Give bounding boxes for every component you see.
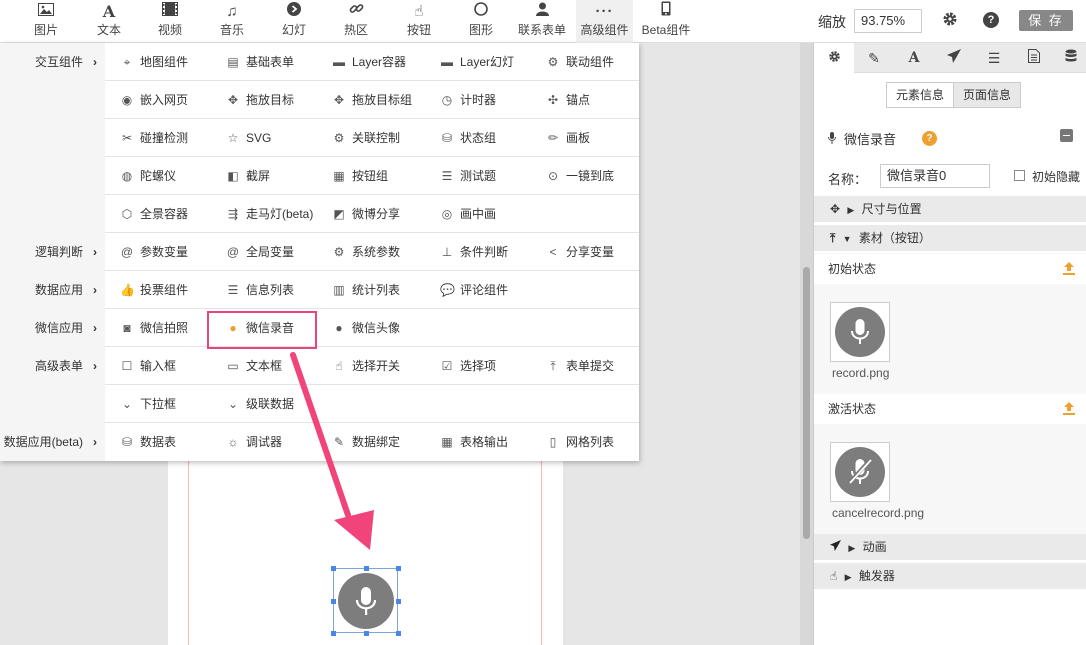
collapse-icon[interactable] (1060, 129, 1073, 142)
initial-state-thumbnail[interactable] (830, 302, 890, 362)
section-trigger[interactable]: ☝ ▶ 触发器 (814, 563, 1086, 589)
panel-tabs: ✎ A ☰ (814, 43, 1086, 73)
gear-icon (828, 51, 840, 62)
tab-send[interactable] (934, 43, 974, 73)
upload-icon[interactable] (1063, 402, 1075, 415)
tab-layers[interactable]: ☰ (974, 43, 1014, 73)
paper-plane-icon (830, 540, 844, 554)
tab-settings[interactable] (814, 43, 854, 73)
tab-element-info[interactable]: 元素信息 (887, 83, 954, 107)
caret-down-icon: ▼ (842, 234, 852, 244)
info-subtabs: 元素信息 页面信息 (886, 82, 1022, 108)
caret-right-icon: ▶ (848, 543, 856, 553)
caret-right-icon: ▶ (847, 205, 855, 215)
list-icon: ☰ (987, 50, 1001, 66)
caret-right-icon: ▶ (844, 572, 852, 582)
move-icon: ✥ (830, 202, 841, 216)
initially-hidden-checkbox[interactable] (1014, 170, 1025, 181)
tab-page-info[interactable]: 页面信息 (953, 83, 1021, 107)
section-size-position[interactable]: ✥ ▶ 尺寸与位置 (814, 196, 1086, 222)
microphone-icon (851, 319, 869, 344)
name-field[interactable]: 微信录音0 (880, 164, 990, 188)
active-state-filename: cancelrecord.png (832, 506, 925, 520)
font-icon: A (908, 50, 920, 66)
tab-text[interactable]: A (894, 43, 934, 73)
help-icon[interactable]: ? (922, 131, 937, 146)
active-state-thumbnail[interactable] (830, 442, 890, 502)
upload-icon: ⤒ (830, 231, 836, 245)
section-material[interactable]: ⤒ ▼ 素材（按钮） (814, 225, 1086, 251)
active-state-header: 激活状态 (814, 394, 1086, 424)
microphone-icon (828, 132, 836, 147)
properties-panel: ✎ A ☰ 元素信息 页面信息 微信录音 ? 名称： 微信录音0 初始隐藏 ✥ … (813, 43, 1086, 645)
element-title: 微信录音 (828, 129, 896, 148)
initially-hidden-label: 初始隐藏 (1032, 170, 1081, 184)
microphone-slash-icon (847, 457, 873, 485)
pencil-icon: ✎ (868, 50, 880, 66)
paper-plane-icon (947, 49, 961, 63)
section-animation[interactable]: ▶ 动画 (814, 534, 1086, 560)
tab-page[interactable] (1014, 43, 1054, 73)
initial-state-filename: record.png (832, 366, 890, 380)
name-label: 名称： (828, 172, 868, 187)
tab-database[interactable] (1054, 43, 1086, 73)
document-icon (1028, 49, 1040, 63)
upload-icon[interactable] (1063, 262, 1075, 275)
tab-edit[interactable]: ✎ (854, 43, 894, 73)
database-icon (1065, 49, 1076, 62)
pointer-icon: ☝ (830, 569, 838, 583)
initial-state-header: 初始状态 (814, 254, 1086, 284)
